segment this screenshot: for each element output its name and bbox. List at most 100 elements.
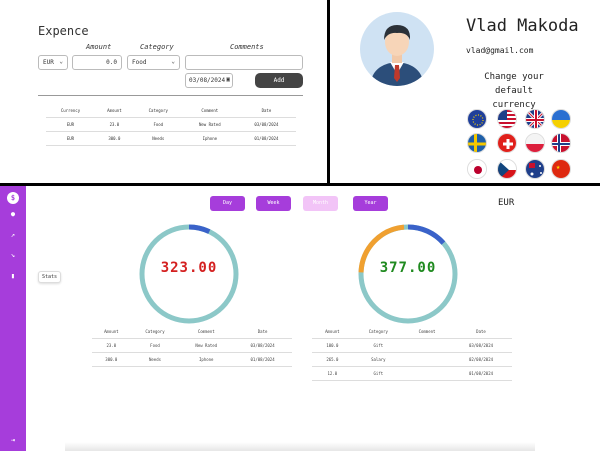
currency-label: EUR bbox=[498, 198, 515, 208]
flag-pl-icon[interactable] bbox=[525, 133, 545, 153]
expense-table: Currency Amount Category Comment Date EU… bbox=[46, 104, 296, 146]
table-cell: Needs bbox=[133, 131, 183, 146]
table-cell: Food bbox=[130, 338, 180, 353]
table-cell: 265.0 bbox=[312, 352, 353, 367]
calendar-icon: ▣ bbox=[226, 76, 230, 83]
currency-select[interactable]: EUR ⌄ bbox=[38, 55, 68, 70]
table-row: EUR 300.0 Needs Iphone 01/08/2024 bbox=[46, 131, 296, 146]
table-cell: EUR bbox=[46, 117, 95, 132]
date-input[interactable]: 03/08/2024 ▣ bbox=[185, 73, 233, 88]
column-header: Amount bbox=[312, 325, 353, 339]
stats-tooltip: Stats bbox=[38, 271, 62, 283]
table-cell: New Rated bbox=[179, 338, 234, 353]
flag-uk-icon[interactable] bbox=[525, 109, 545, 129]
date-input-value: 03/08/2024 bbox=[189, 77, 226, 84]
column-header: Category bbox=[352, 325, 404, 339]
table-cell: EUR bbox=[46, 131, 95, 146]
table-cell: Iphone bbox=[179, 352, 234, 367]
table-cell: Salary bbox=[352, 352, 404, 367]
chart-up-icon[interactable]: ↗ bbox=[7, 229, 19, 241]
table-cell: 02/08/2024 bbox=[450, 352, 512, 367]
flag-cz-icon[interactable] bbox=[497, 159, 517, 179]
chevron-down-icon: ⌄ bbox=[171, 58, 175, 65]
flag-se-icon[interactable] bbox=[467, 133, 487, 153]
expense-panel: Expence Amount Category Comments EUR ⌄ 0… bbox=[0, 0, 327, 183]
table-cell: 23.0 bbox=[92, 338, 131, 353]
logo-icon[interactable]: $ bbox=[7, 192, 19, 204]
stats-icon[interactable]: ▮ bbox=[7, 270, 19, 282]
table-cell: 03/08/2024 bbox=[233, 338, 292, 353]
flag-no-icon[interactable] bbox=[551, 133, 571, 153]
table-cell bbox=[404, 352, 450, 367]
chevron-down-icon: ⌄ bbox=[59, 58, 63, 65]
table-row: 23.0 Food New Rated 03/08/2024 bbox=[92, 338, 292, 353]
period-week-button[interactable]: Week bbox=[256, 196, 291, 211]
period-year-button[interactable]: Year bbox=[353, 196, 388, 211]
table-row: EUR 23.0 Food New Rated 03/08/2024 bbox=[46, 117, 296, 132]
flag-jp-icon[interactable] bbox=[467, 159, 487, 179]
column-header: Date bbox=[236, 104, 296, 118]
comments-label: Comments bbox=[230, 43, 264, 51]
user-icon[interactable]: ● bbox=[7, 208, 19, 220]
table-cell: 01/08/2024 bbox=[450, 366, 512, 381]
column-header: Amount bbox=[92, 325, 131, 339]
column-header: Date bbox=[233, 325, 292, 339]
table-cell: 100.0 bbox=[312, 338, 353, 353]
dashboard-panel: $ ● ↗ ↘ ▮ ⇥ Stats Day Week Month Year EU… bbox=[0, 186, 600, 451]
comments-input[interactable] bbox=[185, 55, 303, 70]
table-cell: 03/08/2024 bbox=[236, 117, 296, 132]
amount-input-value: 0.0 bbox=[106, 59, 117, 66]
avatar bbox=[360, 12, 434, 86]
table-cell: 300.0 bbox=[92, 352, 131, 367]
currency-select-value: EUR bbox=[43, 59, 54, 66]
table-cell: 01/08/2024 bbox=[236, 131, 296, 146]
income-history-table: Amount Category Comment Date 100.0 Gift … bbox=[312, 325, 512, 381]
flag-au-icon[interactable] bbox=[525, 159, 545, 179]
column-header: Currency bbox=[46, 104, 95, 118]
income-total: 377.00 bbox=[379, 260, 437, 276]
column-header: Amount bbox=[94, 104, 134, 118]
period-month-button[interactable]: Month bbox=[303, 196, 338, 211]
logout-icon[interactable]: ⇥ bbox=[7, 434, 19, 446]
table-cell: Needs bbox=[130, 352, 180, 367]
expense-total: 323.00 bbox=[160, 260, 218, 276]
divider bbox=[38, 95, 303, 96]
column-header: Category bbox=[130, 325, 180, 339]
add-button[interactable]: Add bbox=[255, 73, 303, 88]
table-row: 12.0 Gift 01/08/2024 bbox=[312, 366, 512, 381]
profile-name: Vlad Makoda bbox=[466, 16, 579, 36]
table-cell: Iphone bbox=[182, 131, 237, 146]
amount-input[interactable]: 0.0 bbox=[72, 55, 122, 70]
expense-title: Expence bbox=[38, 24, 89, 38]
table-cell: 01/08/2024 bbox=[233, 352, 292, 367]
profile-email: vlad@gmail.com bbox=[466, 46, 534, 55]
flag-cn-icon[interactable]: ★ bbox=[551, 159, 571, 179]
table-cell: 23.0 bbox=[94, 117, 134, 132]
sidebar: $ ● ↗ ↘ ▮ ⇥ bbox=[0, 186, 26, 451]
column-header: Comment bbox=[182, 104, 237, 118]
column-header: Date bbox=[450, 325, 512, 339]
profile-panel: Vlad Makoda vlad@gmail.com Change your d… bbox=[330, 0, 600, 183]
bottom-shadow bbox=[65, 442, 535, 451]
amount-label: Amount bbox=[86, 43, 112, 51]
table-cell: Gift bbox=[352, 366, 404, 381]
flag-us-icon[interactable] bbox=[497, 109, 517, 129]
table-cell: Food bbox=[133, 117, 183, 132]
table-cell: 12.0 bbox=[312, 366, 353, 381]
chart-down-icon[interactable]: ↘ bbox=[7, 249, 19, 261]
period-day-button[interactable]: Day bbox=[210, 196, 245, 211]
category-select-value: Food bbox=[132, 59, 147, 66]
table-cell: 300.0 bbox=[94, 131, 134, 146]
expense-history-table: Amount Category Comment Date 23.0 Food N… bbox=[92, 325, 292, 367]
column-header: Comment bbox=[404, 325, 450, 339]
flag-eu-icon[interactable] bbox=[467, 109, 487, 129]
table-cell: Gift bbox=[352, 338, 404, 353]
flag-ua-icon[interactable] bbox=[551, 109, 571, 129]
flag-ch-icon[interactable] bbox=[497, 133, 517, 153]
change-currency-line1: Change your default bbox=[484, 72, 544, 96]
category-select[interactable]: Food ⌄ bbox=[127, 55, 180, 70]
table-cell bbox=[404, 366, 450, 381]
table-cell: 03/08/2024 bbox=[450, 338, 512, 353]
table-row: 265.0 Salary 02/08/2024 bbox=[312, 352, 512, 367]
column-header: Comment bbox=[179, 325, 234, 339]
